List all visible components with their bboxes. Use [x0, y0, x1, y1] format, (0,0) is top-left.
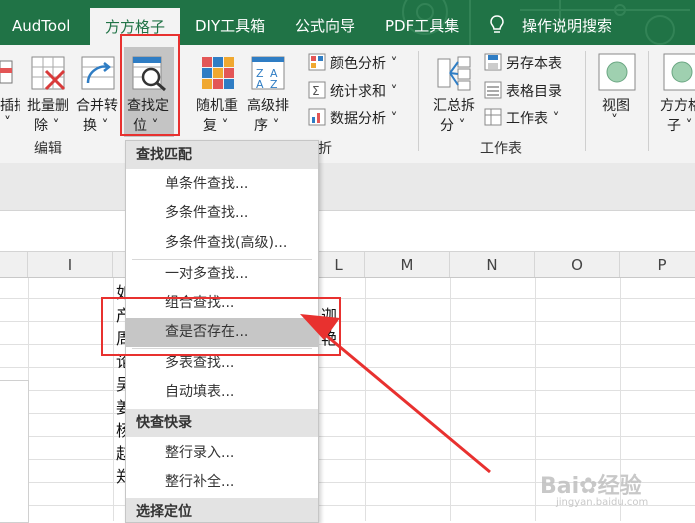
worksheet-button[interactable]: 工作表 ˅ — [506, 108, 559, 128]
help-search[interactable]: 操作说明搜索 — [522, 0, 612, 45]
side-panel-edge — [0, 380, 29, 523]
data-analysis-button[interactable]: 数据分析 ˅ — [330, 108, 397, 128]
advanced-sort-label-2[interactable]: 序 ˅ — [254, 115, 279, 135]
random-repeat-label-1[interactable]: 随机重 — [196, 95, 238, 115]
column-header-m[interactable]: M — [365, 252, 450, 277]
column-header-blank — [0, 252, 28, 277]
batch-delete-label-2[interactable]: 除 ˅ — [34, 115, 59, 135]
fangfanggezi-icon — [663, 53, 695, 91]
insert-icon — [0, 60, 13, 84]
watermark-brand-cn: 经验 — [597, 474, 642, 499]
grid-col-line — [535, 278, 536, 521]
view-label-2[interactable]: ˅ — [611, 113, 618, 129]
annotation-box-find-button — [120, 34, 180, 136]
random-repeat-icon — [202, 57, 234, 89]
worksheet-icon — [484, 108, 502, 126]
baidu-watermark: Bai✿经验 — [540, 468, 642, 500]
column-header-p[interactable]: P — [620, 252, 695, 277]
merge-convert-icon — [81, 56, 115, 90]
merge-convert-label-1[interactable]: 合并转 — [76, 95, 118, 115]
menu-item-full-row-entry[interactable]: 整行录入... — [126, 439, 318, 468]
summary-split-icon — [437, 56, 471, 91]
column-header-n[interactable]: N — [450, 252, 535, 277]
grid-col-line — [365, 278, 366, 521]
advanced-sort-label-1[interactable]: 高级排 — [247, 95, 289, 115]
save-sheet-icon — [484, 53, 502, 71]
fangfanggezi-label-1[interactable]: 方方格 — [660, 95, 695, 115]
stats-sum-button[interactable]: 统计求和 ˅ — [330, 81, 397, 101]
table-catalog-button[interactable]: 表格目录 — [506, 81, 562, 101]
view-label-1[interactable]: 视图 — [602, 95, 630, 115]
grid-row-line — [0, 367, 695, 368]
ribbon-separator — [648, 51, 649, 151]
menu-item-auto-fill-form[interactable]: 自动填表... — [126, 378, 318, 407]
column-header-l[interactable]: L — [313, 252, 365, 277]
summary-split-label-1[interactable]: 汇总拆 — [433, 95, 475, 115]
save-sheet-button[interactable]: 另存本表 — [506, 53, 562, 73]
grid-row-line — [0, 390, 695, 391]
menu-section-quick-entry: 快查快录 — [126, 409, 318, 437]
tab-formula-wizard[interactable]: 公式向导 — [295, 0, 355, 45]
batch-delete-label-1[interactable]: 批量删 — [27, 95, 69, 115]
menu-item-multi-condition-find-advanced[interactable]: 多条件查找(高级)... — [126, 229, 318, 258]
menu-item-multi-condition-find[interactable]: 多条件查找... — [126, 199, 318, 228]
random-repeat-label-2[interactable]: 复 ˅ — [203, 115, 228, 135]
merge-convert-label-2[interactable]: 换 ˅ — [83, 115, 108, 135]
menu-item-full-row-complete[interactable]: 整行补全... — [126, 468, 318, 497]
insert-button-label[interactable]: 插插 — [0, 95, 20, 115]
toolbar-blank-area — [0, 211, 695, 252]
color-analysis-button[interactable]: 颜色分析 ˅ — [330, 53, 397, 73]
view-icon — [598, 53, 636, 91]
batch-delete-icon — [31, 56, 66, 91]
ribbon-separator — [418, 51, 419, 151]
paw-icon: ✿ — [579, 474, 598, 499]
formula-bar-area — [0, 163, 695, 211]
grid-col-line — [450, 278, 451, 521]
watermark-brand: Bai — [540, 474, 580, 499]
color-analysis-icon — [308, 53, 326, 71]
svg-text:Σ: Σ — [312, 84, 320, 98]
fangfanggezi-label-2[interactable]: 子 ˅ — [667, 115, 692, 135]
annotation-box-check-exists — [101, 297, 341, 356]
table-catalog-icon — [484, 81, 502, 99]
group-label-edit: 编辑 — [34, 141, 62, 157]
ribbon: 插插 ˅ 批量删 除 ˅ 合并转 换 ˅ 查找定 位 ˅ — [0, 45, 695, 164]
group-label-worksheet: 工作表 — [480, 141, 522, 157]
column-header-o[interactable]: O — [535, 252, 620, 277]
grid-row-line — [0, 413, 695, 414]
column-header-i[interactable]: I — [28, 252, 113, 277]
lightbulb-icon — [490, 15, 504, 33]
ribbon-separator — [585, 51, 586, 151]
menu-section-select-locate: 选择定位 — [126, 498, 318, 522]
svg-text:Z: Z — [270, 78, 278, 91]
grid-row-line — [0, 459, 695, 460]
watermark-url: jingyan.baidu.com — [556, 497, 649, 508]
column-header-row: I L M N O P — [0, 252, 695, 278]
summary-split-label-2[interactable]: 分 ˅ — [440, 115, 465, 135]
menu-item-one-to-many-find[interactable]: 一对多查找... — [126, 260, 318, 289]
tab-diy-toolbox[interactable]: DIY工具箱 — [195, 0, 265, 45]
menu-item-single-condition-find[interactable]: 单条件查找... — [126, 170, 318, 199]
menu-section-find-match: 查找匹配 — [126, 141, 318, 169]
tab-audtool[interactable]: AudTool — [12, 0, 70, 45]
grid-row-line — [0, 436, 695, 437]
insert-button-chevron: ˅ — [4, 115, 11, 131]
group-label-analysis: 折 — [318, 141, 332, 157]
advanced-sort-icon: Z A A Z — [251, 56, 285, 91]
data-analysis-icon — [308, 108, 326, 126]
svg-text:A: A — [256, 78, 264, 91]
stats-sum-icon: Σ — [308, 81, 326, 99]
tab-pdf-tools[interactable]: PDF工具集 — [385, 0, 459, 45]
ribbon-tab-bar: AudTool 方方格子 DIY工具箱 公式向导 PDF工具集 操作说明搜索 — [0, 0, 695, 45]
